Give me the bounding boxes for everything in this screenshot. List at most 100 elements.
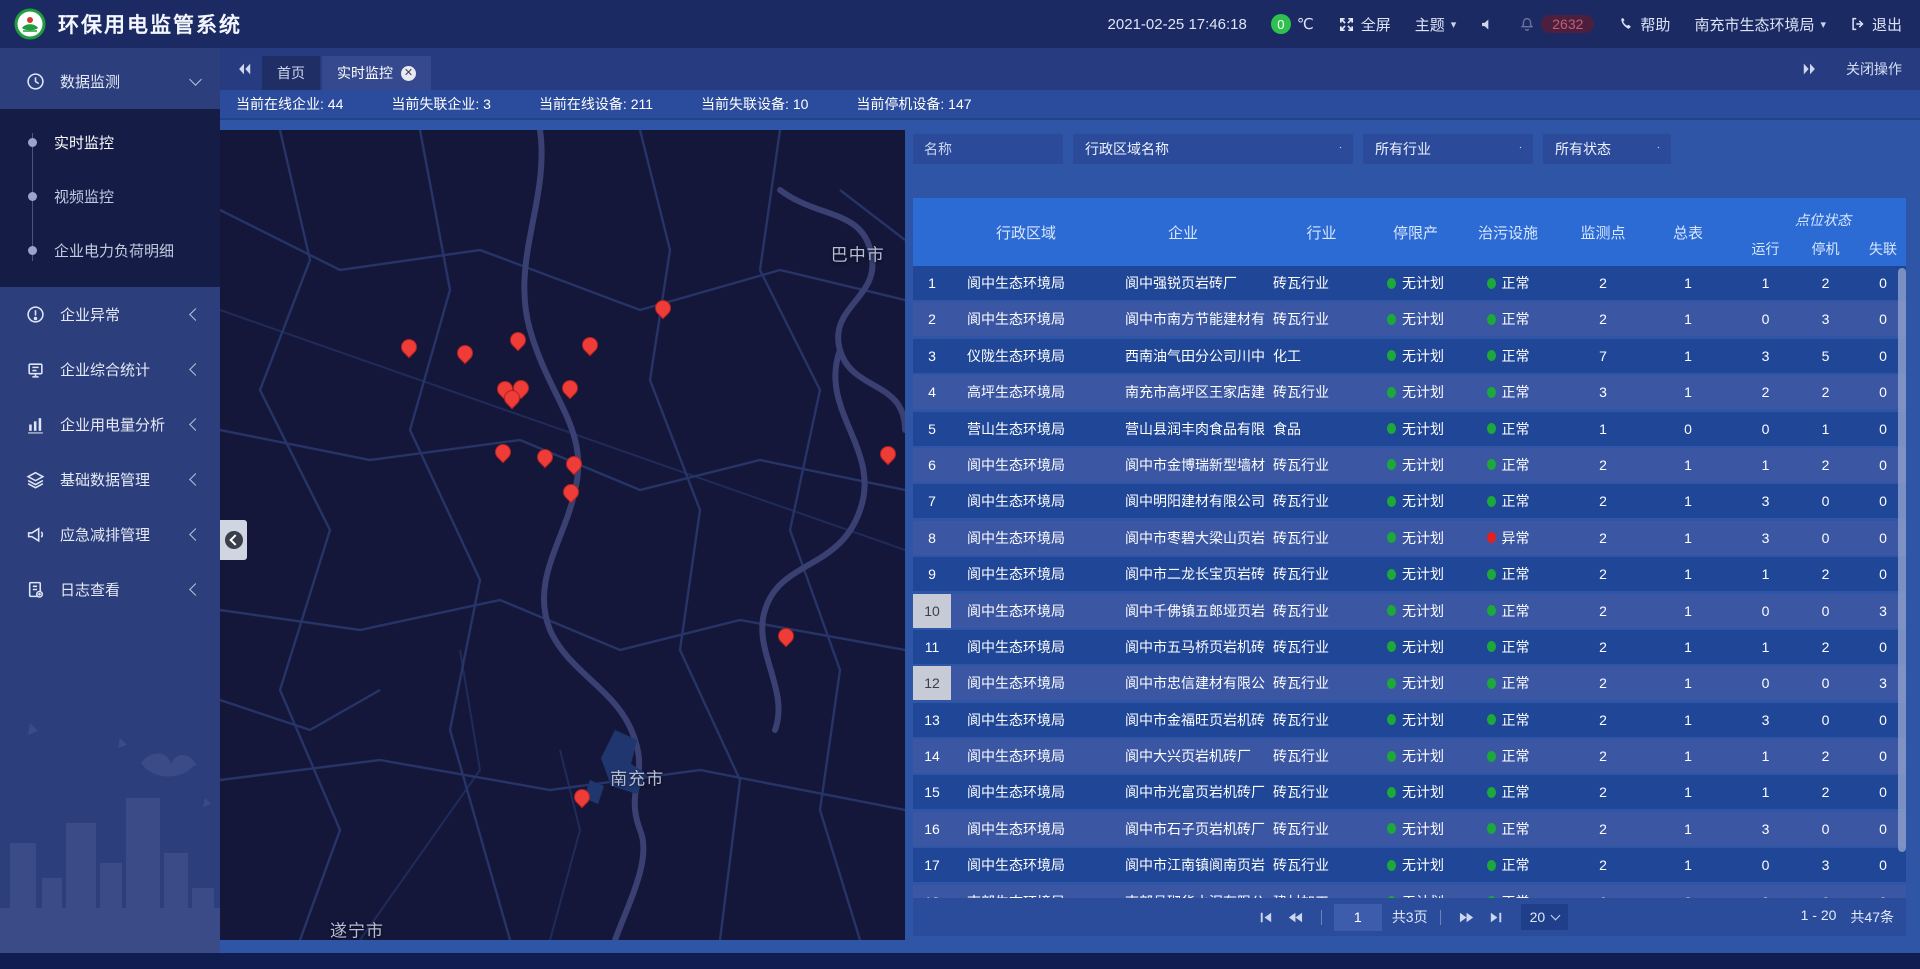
sidebar-item-log-view[interactable]: 日志查看: [0, 562, 220, 617]
stop-status-cell: 无计划: [1378, 848, 1453, 882]
logout-button[interactable]: 退出: [1850, 14, 1902, 35]
table-row[interactable]: 12阆中生态环境局阆中市忠信建材有限公砖瓦行业无计划正常21003: [913, 666, 1906, 700]
status-dot-icon: [1387, 569, 1396, 580]
halt-count-cell: 6: [1798, 885, 1853, 898]
tab-realtime-monitor[interactable]: 实时监控✕: [322, 56, 431, 90]
table-row[interactable]: 17阆中生态环境局阆中市江南镇阆南页岩砖瓦行业无计划正常21030: [913, 848, 1906, 882]
halt-count-cell: 0: [1798, 521, 1853, 555]
table-row[interactable]: 7阆中生态环境局阆中明阳建材有限公司砖瓦行业无计划正常21300: [913, 484, 1906, 518]
table-row[interactable]: 8阆中生态环境局阆中市枣碧大梁山页岩砖瓦行业无计划异常21300: [913, 521, 1906, 555]
page-number-input[interactable]: [1334, 904, 1382, 931]
total-meters-cell: 1: [1643, 630, 1733, 664]
row-index-cell: 14: [913, 739, 951, 773]
scroll-tabs-left-icon[interactable]: [236, 61, 252, 77]
row-index-cell: 2: [913, 302, 951, 336]
help-button[interactable]: 帮助: [1618, 14, 1670, 35]
speaker-icon: [1480, 17, 1495, 32]
region-cell: 阆中生态环境局: [951, 302, 1101, 336]
theme-dropdown[interactable]: 主题▾: [1415, 14, 1457, 35]
region-filter-select[interactable]: 行政区域名称: [1073, 134, 1353, 164]
map-pin[interactable]: [495, 444, 511, 460]
map-pin[interactable]: [537, 449, 553, 465]
map-pin[interactable]: [504, 390, 520, 406]
table-row[interactable]: 2阆中生态环境局阆中市南方节能建材有砖瓦行业无计划正常21030: [913, 302, 1906, 336]
megaphone-icon: [26, 525, 46, 545]
stat-item: 当前失联设备: 10: [701, 94, 808, 114]
halt-count-cell: 0: [1798, 484, 1853, 518]
table-row[interactable]: 15阆中生态环境局阆中市光富页岩机砖厂砖瓦行业无计划正常21120: [913, 775, 1906, 809]
sidebar-item-label: 企业用电量分析: [60, 414, 165, 435]
submenu-data-monitor: 实时监控视频监控企业电力负荷明细: [0, 109, 220, 287]
previous-page-button[interactable]: [1286, 909, 1303, 926]
last-page-button[interactable]: [1488, 909, 1505, 926]
region-cell: 仪陇生态环境局: [951, 339, 1101, 373]
scroll-tabs-right-icon[interactable]: [1802, 61, 1818, 77]
table-row[interactable]: 5营山生态环境局营山县润丰肉食品有限食品无计划正常10010: [913, 412, 1906, 446]
map-pin[interactable]: [655, 300, 671, 316]
table-row[interactable]: 14阆中生态环境局阆中大兴页岩机砖厂砖瓦行业无计划正常21120: [913, 739, 1906, 773]
industry-cell: 砖瓦行业: [1265, 703, 1378, 737]
sidebar-item-power-load-detail[interactable]: 企业电力负荷明细: [0, 223, 220, 277]
bell-icon: [1519, 16, 1535, 32]
sidebar-item-data-monitor[interactable]: 数据监测: [0, 54, 220, 109]
page-size-select[interactable]: 20: [1521, 904, 1569, 930]
table-row[interactable]: 1阆中生态环境局阆中强锐页岩砖厂砖瓦行业无计划正常21120: [913, 266, 1906, 300]
status-dot-icon: [1487, 387, 1496, 398]
table-row[interactable]: 6阆中生态环境局阆中市金博瑞新型墙材砖瓦行业无计划正常21120: [913, 448, 1906, 482]
map-pin[interactable]: [574, 789, 590, 805]
name-filter-input[interactable]: [913, 134, 1063, 164]
map-collapse-handle[interactable]: [220, 520, 247, 560]
table-row[interactable]: 9阆中生态环境局阆中市二龙长宝页岩砖砖瓦行业无计划正常21120: [913, 557, 1906, 591]
monitor-points-cell: 2: [1563, 848, 1643, 882]
row-index-cell: 15: [913, 775, 951, 809]
table-row[interactable]: 10阆中生态环境局阆中千佛镇五郎垭页岩砖瓦行业无计划正常21003: [913, 594, 1906, 628]
industry-cell: 食品: [1265, 412, 1378, 446]
table-row[interactable]: 16阆中生态环境局阆中市石子页岩机砖厂砖瓦行业无计划正常21300: [913, 812, 1906, 846]
sidebar-item-enterprise-abnormal[interactable]: 企业异常: [0, 287, 220, 342]
region-cell: 阆中生态环境局: [951, 266, 1101, 300]
map-pin[interactable]: [457, 345, 473, 361]
status-dot-icon: [1387, 678, 1396, 689]
status-dot-icon: [1487, 569, 1496, 580]
map[interactable]: 巴中市南充市遂宁市: [220, 130, 905, 940]
first-page-button[interactable]: [1257, 909, 1274, 926]
status-dot-icon: [1487, 278, 1496, 289]
org-dropdown[interactable]: 南充市生态环境局▾: [1694, 14, 1826, 35]
map-pin[interactable]: [401, 339, 417, 355]
sound-toggle-button[interactable]: [1480, 17, 1495, 32]
notifications[interactable]: 2632: [1519, 15, 1594, 33]
next-page-button[interactable]: [1459, 909, 1476, 926]
tab-home[interactable]: 首页: [262, 56, 320, 90]
status-filter-select[interactable]: 所有状态: [1543, 134, 1671, 164]
chart-icon: [26, 415, 46, 435]
table-row[interactable]: 18南部生态环境局南部县砌华水泥有限公建材加工无计划正常60060: [913, 885, 1906, 898]
sidebar-item-enterprise-statistics[interactable]: 企业综合统计: [0, 342, 220, 397]
industry-filter-select[interactable]: 所有行业: [1363, 134, 1533, 164]
map-pin[interactable]: [582, 337, 598, 353]
map-city-label: 巴中市: [831, 241, 885, 266]
sidebar-item-emergency-reduction[interactable]: 应急减排管理: [0, 507, 220, 562]
monitor-points-cell: 2: [1563, 666, 1643, 700]
table-row[interactable]: 3仪陇生态环境局西南油气田分公司川中化工无计划正常71350: [913, 339, 1906, 373]
sidebar-item-video-monitor[interactable]: 视频监控: [0, 169, 220, 223]
sidebar-item-enterprise-power-analysis[interactable]: 企业用电量分析: [0, 397, 220, 452]
table-row[interactable]: 11阆中生态环境局阆中市五马桥页岩机砖砖瓦行业无计划正常21120: [913, 630, 1906, 664]
close-operations-button[interactable]: 关闭操作: [1846, 59, 1902, 79]
fullscreen-button[interactable]: 全屏: [1338, 14, 1391, 35]
top-bar: 环保用电监管系统 2021-02-25 17:46:18 0 ℃ 全屏 主题▾ …: [0, 0, 1920, 48]
map-pin[interactable]: [562, 380, 578, 396]
map-pin[interactable]: [563, 484, 579, 500]
sidebar-item-realtime-monitor[interactable]: 实时监控: [0, 115, 220, 169]
sidebar-item-basic-data[interactable]: 基础数据管理: [0, 452, 220, 507]
halt-count-cell: 5: [1798, 339, 1853, 373]
lost-count-cell: 0: [1853, 412, 1906, 446]
run-count-cell: 1: [1733, 448, 1798, 482]
map-pin[interactable]: [778, 628, 794, 644]
map-pin[interactable]: [510, 332, 526, 348]
table-row[interactable]: 13阆中生态环境局阆中市金福旺页岩机砖砖瓦行业无计划正常21300: [913, 703, 1906, 737]
close-tab-icon[interactable]: ✕: [401, 66, 416, 81]
table-row[interactable]: 4高坪生态环境局南充市高坪区王家店建砖瓦行业无计划正常31220: [913, 375, 1906, 409]
stop-status-cell: 无计划: [1378, 557, 1453, 591]
map-pin[interactable]: [566, 456, 582, 472]
map-pin[interactable]: [880, 446, 896, 462]
